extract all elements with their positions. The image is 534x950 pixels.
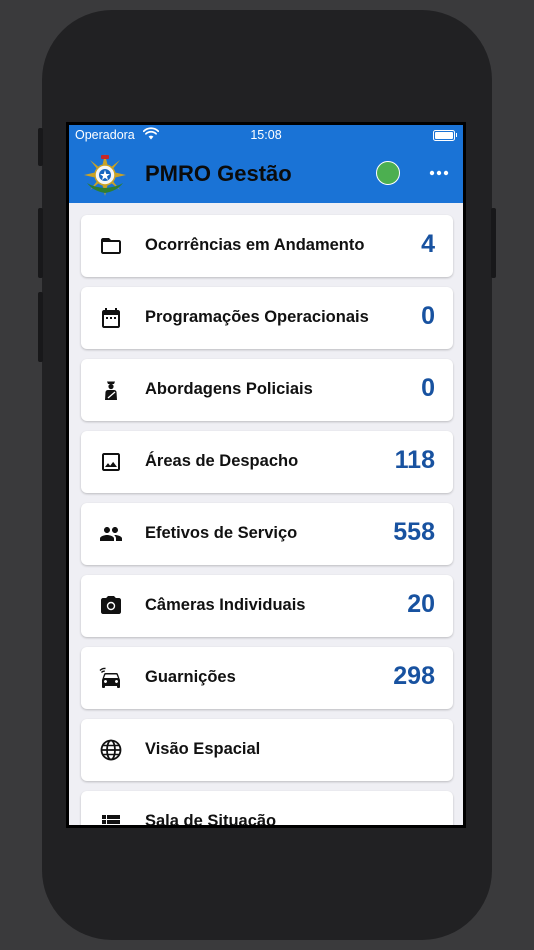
app-screen: Operadora 15:08 PMRO Gestão Ocorrências … — [69, 125, 463, 825]
card-label: Câmeras Individuais — [145, 596, 306, 614]
globe-icon — [100, 739, 122, 761]
card-label: Visão Espacial — [145, 740, 261, 758]
view-list-icon — [102, 815, 120, 825]
battery-icon — [433, 130, 457, 141]
card-label: Abordagens Policiais — [145, 380, 313, 398]
power-button — [491, 208, 496, 278]
people-icon — [100, 527, 122, 541]
card-programacoes[interactable]: Programações Operacionais 0 — [81, 287, 453, 349]
card-visao-espacial[interactable]: Visão Espacial — [81, 719, 453, 781]
card-count: 0 — [421, 302, 435, 330]
card-label: Áreas de Despacho — [145, 452, 299, 470]
card-cameras[interactable]: Câmeras Individuais 20 — [81, 575, 453, 637]
card-ocorrencias[interactable]: Ocorrências em Andamento 4 — [81, 215, 453, 277]
camera-icon — [101, 596, 121, 614]
police-officer-icon — [105, 381, 117, 400]
volume-down-button — [38, 292, 43, 362]
card-count: 558 — [393, 518, 435, 546]
status-bar: Operadora 15:08 — [69, 125, 463, 145]
mute-switch — [38, 128, 43, 166]
card-sala-situacao[interactable]: Sala de Situação — [81, 791, 453, 825]
clock: 15:08 — [250, 128, 282, 142]
card-label: Programações Operacionais — [145, 308, 369, 326]
card-count: 0 — [421, 374, 435, 402]
more-options-icon[interactable] — [427, 163, 451, 183]
card-count: 298 — [393, 662, 435, 690]
app-title: PMRO Gestão — [145, 161, 292, 186]
pmro-emblem-icon — [84, 154, 126, 196]
card-areas-despacho[interactable]: Áreas de Despacho 118 — [81, 431, 453, 493]
card-label: Ocorrências em Andamento — [145, 236, 365, 254]
card-efetivos[interactable]: Efetivos de Serviço 558 — [81, 503, 453, 565]
card-count: 118 — [394, 446, 435, 474]
calendar-icon — [102, 308, 120, 328]
card-label: Efetivos de Serviço — [145, 524, 298, 542]
screen-bezel: Operadora 15:08 PMRO Gestão Ocorrências … — [66, 122, 466, 828]
volume-up-button — [38, 208, 43, 278]
card-abordagens[interactable]: Abordagens Policiais 0 — [81, 359, 453, 421]
folder-icon — [101, 238, 121, 254]
dashboard-list: Ocorrências em Andamento 4 Programações … — [81, 215, 453, 825]
image-icon — [102, 453, 120, 471]
card-label: Sala de Situação — [145, 812, 277, 825]
app-bar: PMRO Gestão — [69, 145, 463, 203]
card-count: 20 — [407, 590, 435, 618]
card-label: Guarnições — [145, 668, 236, 686]
card-count: 4 — [421, 230, 435, 258]
connected-car-icon — [99, 667, 120, 688]
card-guarnicoes[interactable]: Guarnições 298 — [81, 647, 453, 709]
connection-status-indicator[interactable] — [376, 161, 400, 185]
